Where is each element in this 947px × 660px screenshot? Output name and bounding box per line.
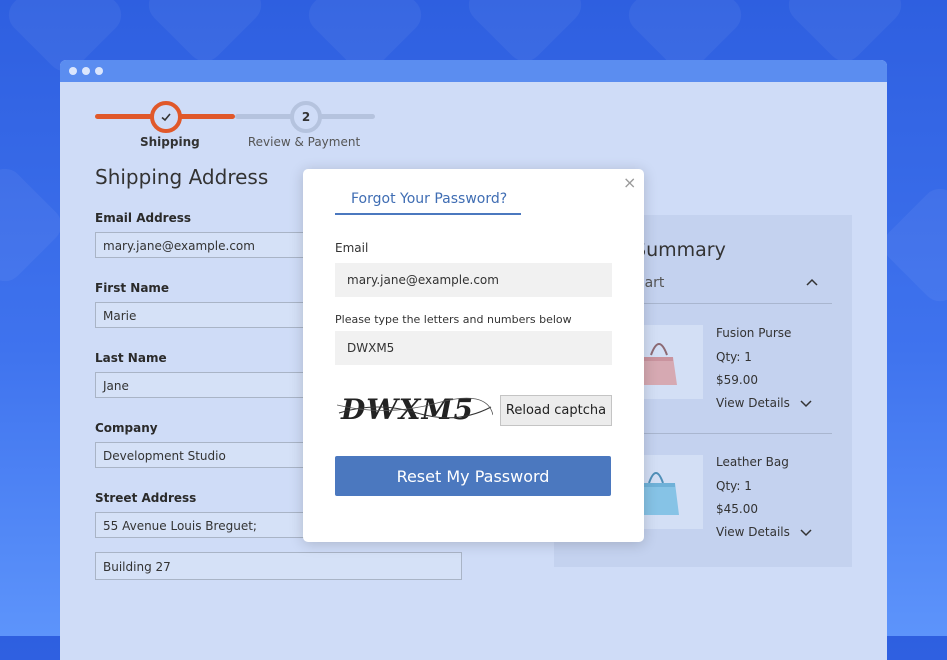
modal-email-field[interactable]: mary.jane@example.com bbox=[335, 263, 612, 297]
view-details-link[interactable]: View Details bbox=[716, 396, 790, 410]
item-qty: Qty: 1 bbox=[716, 479, 752, 493]
email-label: Email bbox=[335, 241, 369, 255]
window-dot[interactable] bbox=[69, 67, 77, 75]
checkmark-icon bbox=[161, 113, 171, 122]
street-address-line2[interactable]: Building 27 bbox=[95, 552, 462, 580]
item-name: Fusion Purse bbox=[716, 326, 792, 340]
step-shipping-label: Shipping bbox=[140, 135, 200, 149]
step-review-indicator[interactable]: 2 bbox=[290, 101, 322, 133]
item-qty: Qty: 1 bbox=[716, 350, 752, 364]
captcha-image: DWXM5 bbox=[336, 391, 494, 427]
forgot-password-modal: × Forgot Your Password? Email mary.jane@… bbox=[303, 169, 644, 542]
view-details-link[interactable]: View Details bbox=[716, 525, 790, 539]
chevron-up-icon[interactable] bbox=[806, 277, 818, 287]
captcha-field[interactable]: DWXM5 bbox=[335, 331, 612, 365]
window-dot[interactable] bbox=[82, 67, 90, 75]
street-address-label: Street Address bbox=[95, 491, 197, 505]
last-name-label: Last Name bbox=[95, 351, 167, 365]
forgot-password-tab[interactable]: Forgot Your Password? bbox=[335, 191, 521, 215]
item-price: $59.00 bbox=[716, 373, 758, 387]
step-review-label[interactable]: Review & Payment bbox=[244, 135, 364, 149]
close-icon[interactable]: × bbox=[623, 173, 636, 192]
window-dot[interactable] bbox=[95, 67, 103, 75]
company-label: Company bbox=[95, 421, 158, 435]
chevron-down-icon[interactable] bbox=[800, 528, 812, 538]
step-shipping-indicator[interactable] bbox=[150, 101, 182, 133]
email-label: Email Address bbox=[95, 211, 192, 225]
reload-captcha-button[interactable]: Reload captcha bbox=[500, 395, 612, 426]
item-price: $45.00 bbox=[716, 502, 758, 516]
captcha-label: Please type the letters and numbers belo… bbox=[335, 313, 572, 326]
chevron-down-icon[interactable] bbox=[800, 399, 812, 409]
window-titlebar bbox=[60, 60, 887, 82]
item-name: Leather Bag bbox=[716, 455, 789, 469]
first-name-label: First Name bbox=[95, 281, 170, 295]
step-number: 2 bbox=[301, 110, 311, 124]
reset-password-button[interactable]: Reset My Password bbox=[335, 456, 611, 496]
page-title: Shipping Address bbox=[95, 165, 269, 189]
